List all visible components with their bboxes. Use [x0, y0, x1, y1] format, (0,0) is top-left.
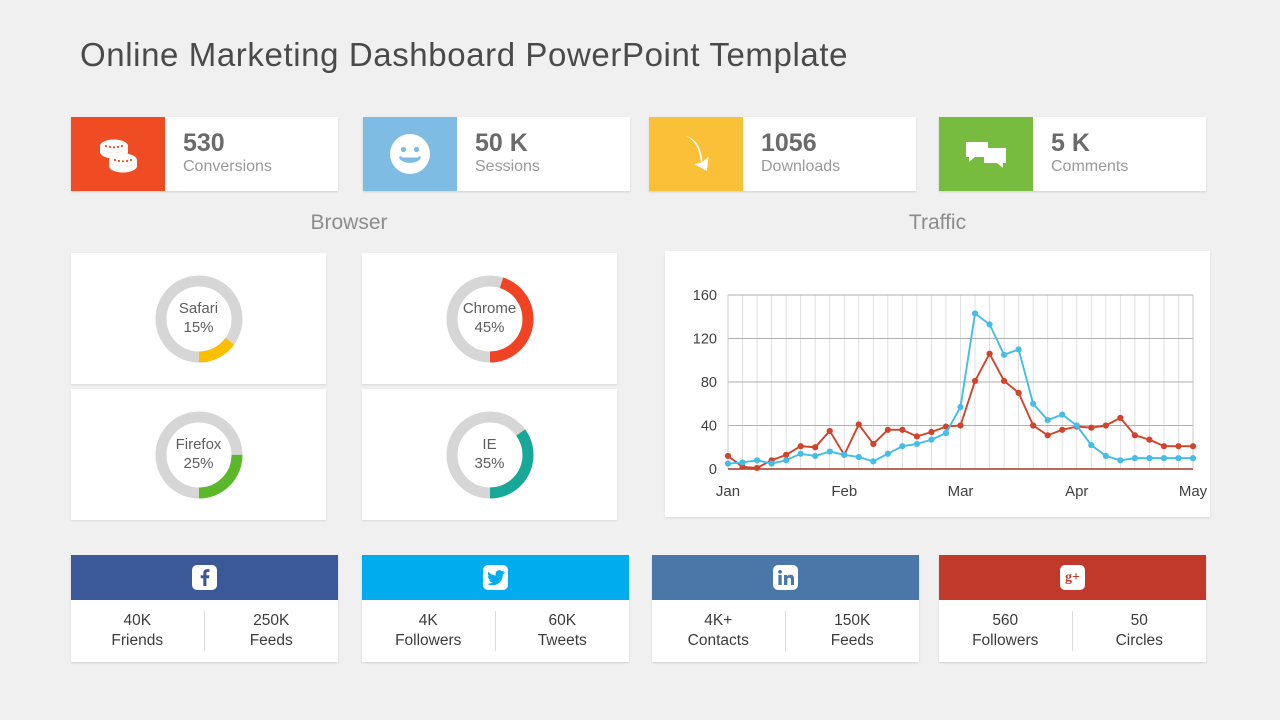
donut-label: Safari 15%	[151, 271, 247, 367]
browser-percent: 35%	[474, 454, 505, 472]
kpi-value: 1056	[761, 128, 817, 157]
social-stats: 4K+ Contacts 150K Feeds	[652, 600, 919, 662]
google-plus-icon: g+	[1060, 565, 1085, 590]
kpi-label: Conversions	[183, 158, 272, 176]
social-stat: 40K Friends	[71, 611, 205, 651]
svg-text:80: 80	[701, 375, 717, 391]
kpi-card-sessions[interactable]: 50 K Sessions	[363, 117, 630, 191]
social-stat-label: Followers	[972, 632, 1039, 649]
kpi-text: 530 Conversions	[165, 117, 338, 191]
download-arrow-icon	[649, 117, 743, 191]
kpi-value: 530	[183, 128, 225, 157]
donut-chart: Safari 15%	[151, 271, 247, 367]
social-header	[362, 555, 629, 600]
linkedin-icon	[773, 565, 798, 590]
browser-card-safari[interactable]: Safari 15%	[71, 253, 326, 384]
kpi-card-conversions[interactable]: 530 Conversions	[71, 117, 338, 191]
social-stat-label: Friends	[111, 632, 164, 649]
social-stat: 250K Feeds	[205, 611, 339, 651]
social-stat: 4K Followers	[362, 611, 496, 651]
kpi-value: 50 K	[475, 128, 528, 157]
social-stats: 40K Friends 250K Feeds	[71, 600, 338, 662]
svg-text:160: 160	[693, 288, 717, 304]
social-stat-value: 250K	[253, 612, 290, 630]
svg-text:May: May	[1179, 483, 1208, 500]
facebook-icon	[192, 565, 217, 590]
social-header	[652, 555, 919, 600]
chat-bubbles-icon	[939, 117, 1033, 191]
svg-text:Feb: Feb	[831, 483, 857, 500]
kpi-card-downloads[interactable]: 1056 Downloads	[649, 117, 916, 191]
social-stat-label: Circles	[1115, 632, 1163, 649]
social-stat-label: Feeds	[830, 632, 874, 649]
svg-text:Apr: Apr	[1065, 483, 1088, 500]
coins-icon	[71, 117, 165, 191]
twitter-icon	[483, 565, 508, 590]
social-stats: 560 Followers 50 Circles	[939, 600, 1206, 662]
browser-card-chrome[interactable]: Chrome 45%	[362, 253, 617, 384]
donut-chart: IE 35%	[442, 407, 538, 503]
social-header: g+	[939, 555, 1206, 600]
traffic-line-chart: 0 40 80 120 160 Jan Feb Mar Apr May	[693, 288, 1208, 500]
browser-percent: 25%	[183, 454, 214, 472]
social-stat: 4K+ Contacts	[652, 611, 786, 651]
kpi-label: Downloads	[761, 158, 841, 176]
browser-percent: 15%	[183, 318, 214, 336]
social-stat-value: 150K	[834, 612, 871, 630]
social-stat-value: 4K	[418, 612, 438, 630]
donut-label: Firefox 25%	[151, 407, 247, 503]
social-stat-label: Contacts	[687, 632, 749, 649]
social-card-linkedin[interactable]: 4K+ Contacts 150K Feeds	[652, 555, 919, 662]
social-stats: 4K Followers 60K Tweets	[362, 600, 629, 662]
svg-text:0: 0	[709, 462, 717, 478]
social-card-twitter[interactable]: 4K Followers 60K Tweets	[362, 555, 629, 662]
donut-label: IE 35%	[442, 407, 538, 503]
svg-text:Mar: Mar	[948, 483, 974, 500]
svg-text:120: 120	[693, 332, 717, 348]
svg-text:40: 40	[701, 419, 717, 435]
social-stat: 60K Tweets	[496, 611, 630, 651]
browser-card-firefox[interactable]: Firefox 25%	[71, 389, 326, 520]
social-stat-value: 40K	[123, 612, 152, 630]
social-card-google-plus[interactable]: g+ 560 Followers 50 Circles	[939, 555, 1206, 662]
kpi-label: Comments	[1051, 158, 1129, 176]
social-stat-label: Feeds	[249, 632, 293, 649]
kpi-row: 530 Conversions 50 K Sessions 1056 Downl…	[71, 117, 1206, 191]
smiley-face-icon	[363, 117, 457, 191]
donut-label: Chrome 45%	[442, 271, 538, 367]
social-stat-value: 50	[1130, 612, 1148, 630]
donut-chart: Chrome 45%	[442, 271, 538, 367]
dashboard-slide: Online Marketing Dashboard PowerPoint Te…	[0, 0, 1280, 720]
kpi-value: 5 K	[1051, 128, 1090, 157]
browser-name: Firefox	[175, 436, 222, 454]
social-stat-value: 60K	[548, 612, 577, 630]
social-stat: 150K Feeds	[786, 611, 920, 651]
kpi-text: 5 K Comments	[1033, 117, 1206, 191]
page-title: Online Marketing Dashboard PowerPoint Te…	[80, 36, 849, 73]
section-header-browser: Browser	[310, 211, 388, 234]
svg-text:Jan: Jan	[716, 483, 740, 500]
social-stat: 50 Circles	[1073, 611, 1207, 651]
traffic-chart-card[interactable]: 0 40 80 120 160 Jan Feb Mar Apr May	[665, 251, 1210, 517]
social-header	[71, 555, 338, 600]
donut-chart: Firefox 25%	[151, 407, 247, 503]
kpi-card-comments[interactable]: 5 K Comments	[939, 117, 1206, 191]
social-stat-value: 4K+	[704, 612, 733, 630]
kpi-text: 50 K Sessions	[457, 117, 630, 191]
browser-card-ie[interactable]: IE 35%	[362, 389, 617, 520]
browser-percent: 45%	[474, 318, 505, 336]
kpi-label: Sessions	[475, 158, 540, 176]
kpi-text: 1056 Downloads	[743, 117, 916, 191]
browser-name: IE	[482, 436, 497, 454]
social-stat-value: 560	[992, 612, 1019, 630]
social-card-facebook[interactable]: 40K Friends 250K Feeds	[71, 555, 338, 662]
browser-name: Chrome	[462, 300, 517, 318]
social-stat: 560 Followers	[939, 611, 1073, 651]
section-header-traffic: Traffic	[908, 211, 967, 234]
social-stat-label: Tweets	[537, 632, 587, 649]
google-plus-glyph: g+	[1065, 569, 1080, 585]
browser-name: Safari	[178, 300, 219, 318]
social-stat-label: Followers	[395, 632, 462, 649]
